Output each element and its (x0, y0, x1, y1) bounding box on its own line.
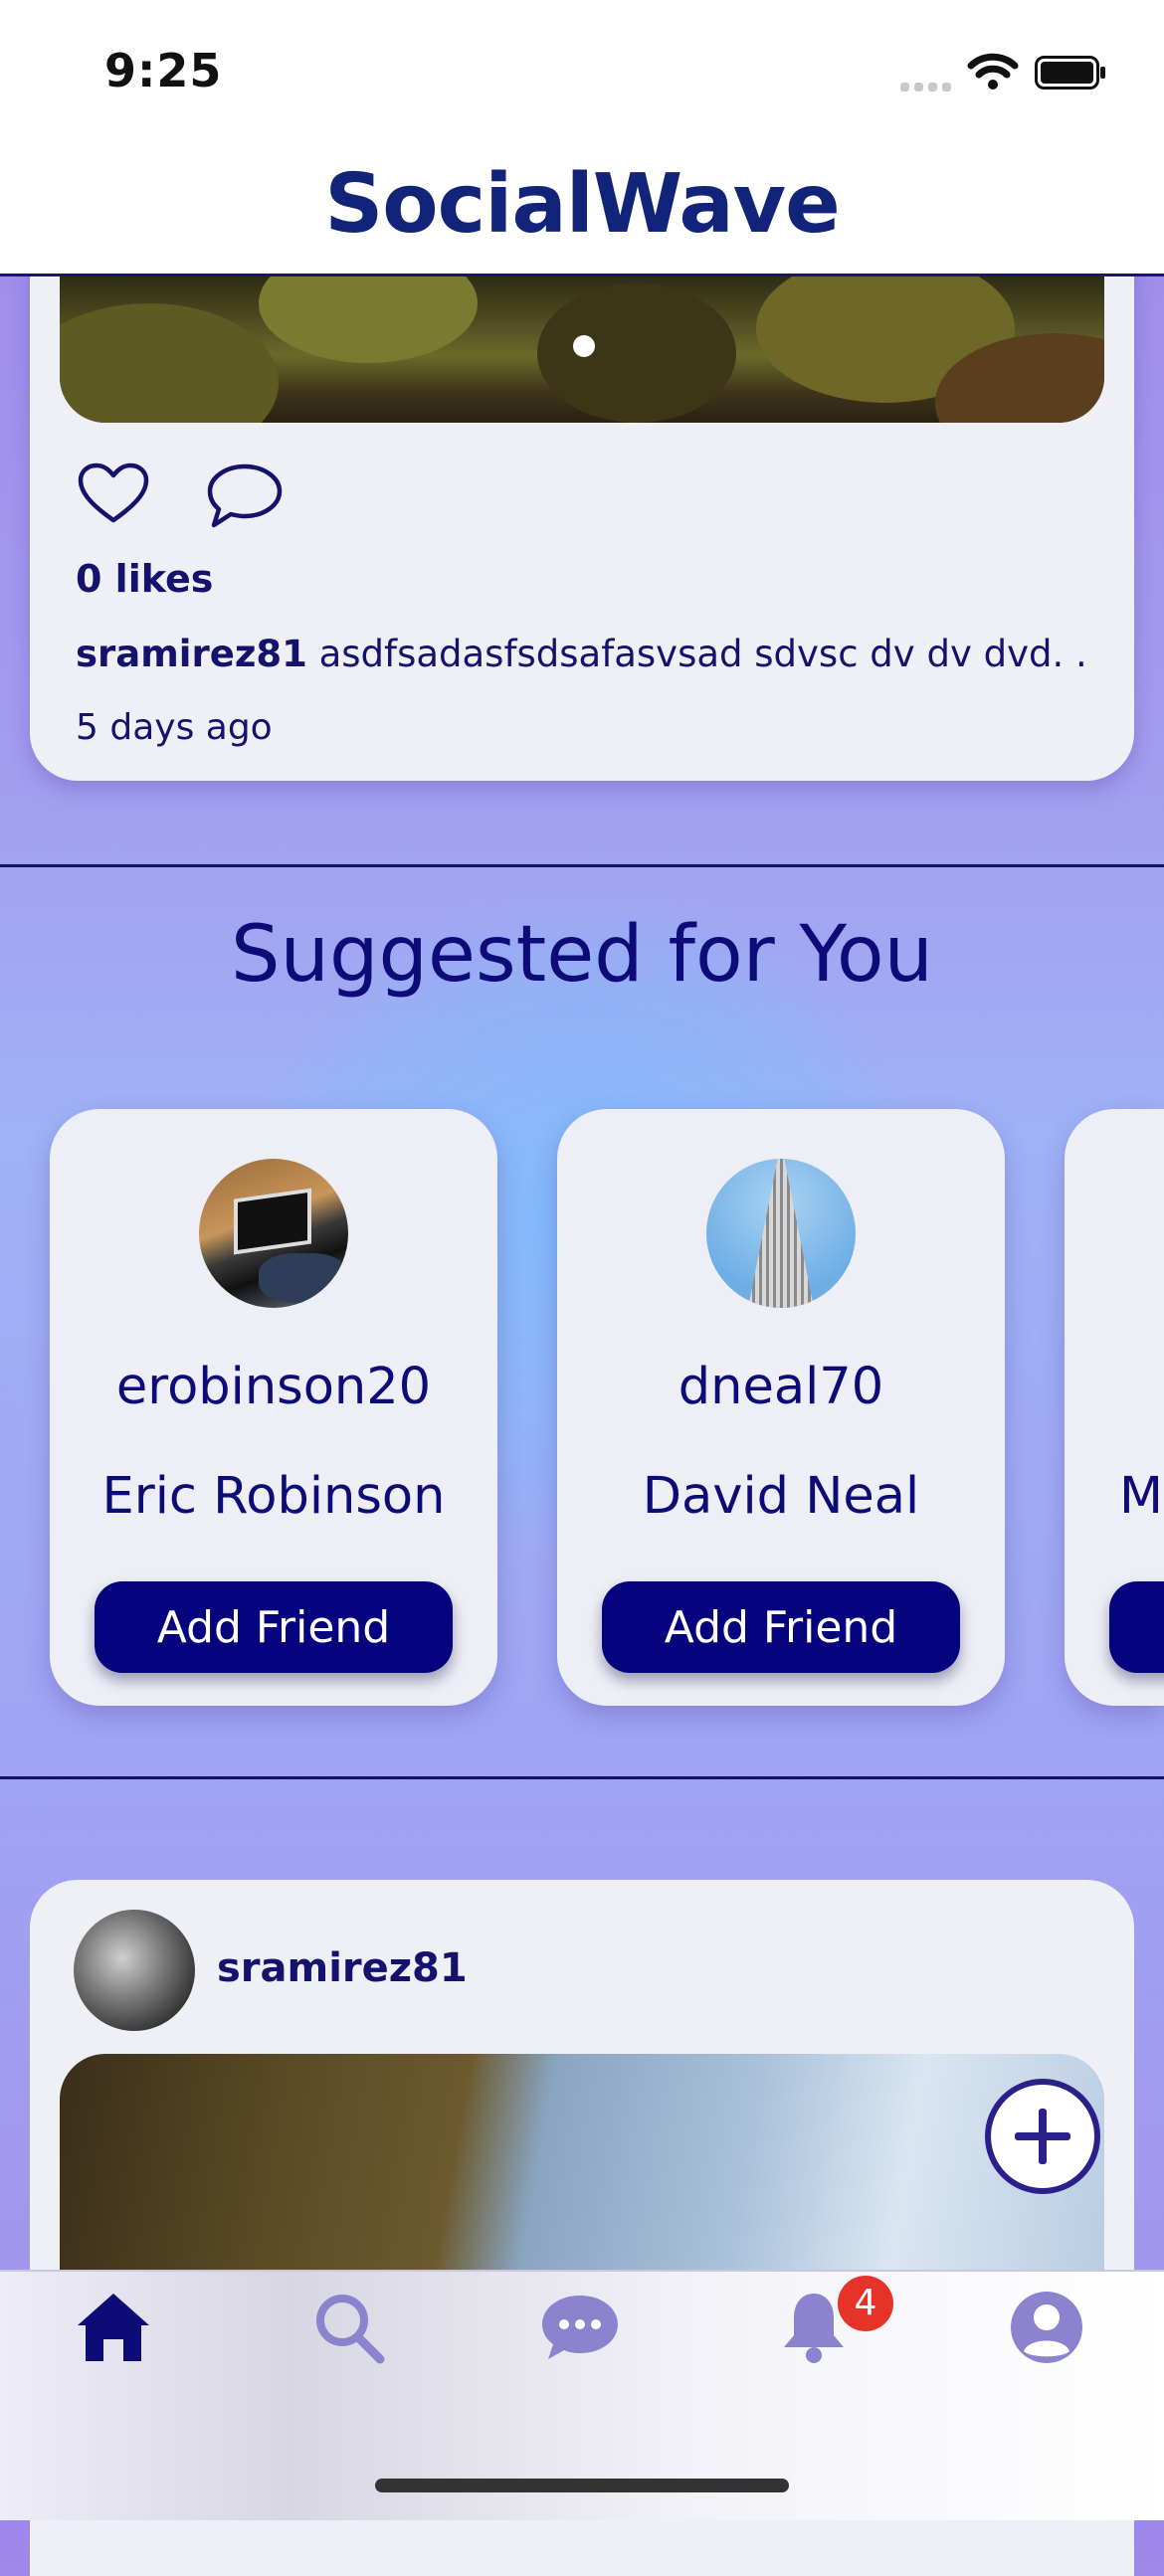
profile-icon[interactable] (1007, 2288, 1086, 2367)
create-post-button[interactable] (985, 2079, 1100, 2194)
avatar[interactable] (199, 1159, 348, 1308)
suggested-title: Suggested for You (231, 910, 933, 1000)
suggestion-card[interactable]: erobinson20 Eric Robinson Add Friend (50, 1109, 497, 1706)
add-friend-button[interactable]: Add Friend (95, 1581, 453, 1673)
suggestion-username: erobinson20 (115, 1358, 432, 1416)
suggestion-card[interactable]: M (1065, 1109, 1164, 1706)
add-friend-button[interactable] (1109, 1581, 1164, 1673)
post-image[interactable] (60, 2054, 1104, 2273)
search-icon[interactable] (308, 2288, 388, 2367)
add-friend-button[interactable]: Add Friend (602, 1581, 960, 1673)
section-divider (0, 864, 1164, 867)
avatar[interactable] (74, 1910, 195, 2031)
notification-badge: 4 (838, 2276, 893, 2331)
suggestion-username: dneal70 (678, 1358, 884, 1416)
home-indicator (375, 2479, 789, 2492)
home-icon[interactable] (74, 2288, 153, 2367)
carousel-dot[interactable] (573, 335, 595, 357)
suggestion-card[interactable]: dneal70 David Neal Add Friend (557, 1109, 1005, 1706)
post-caption: sramirez81 asdfsadasfsdsafasvsad sdvsc d… (76, 633, 1087, 675)
post-timestamp: 5 days ago (76, 707, 273, 748)
suggestion-full-name: Eric Robinson (101, 1467, 446, 1526)
comment-icon[interactable] (206, 462, 284, 530)
likes-count: 0 likes (76, 557, 214, 601)
caption-username[interactable]: sramirez81 (76, 633, 307, 675)
plus-icon (1015, 2109, 1070, 2164)
heart-icon[interactable] (78, 462, 149, 526)
post-username[interactable]: sramirez81 (217, 1945, 468, 1991)
chat-icon[interactable] (540, 2288, 620, 2367)
section-divider (0, 1776, 1164, 1779)
wifi-icon (967, 53, 1019, 90)
status-time: 9:25 (104, 44, 223, 97)
suggestion-full-name: David Neal (642, 1467, 920, 1526)
battery-icon (1035, 56, 1105, 90)
avatar[interactable] (706, 1159, 856, 1308)
suggestion-full-name: M (1119, 1467, 1164, 1526)
caption-text: asdfsadasfsdsafasvsad sdvsc dv dv dvd. . (318, 633, 1087, 675)
signal-icon (900, 83, 951, 92)
app-logo: SocialWave (324, 157, 840, 252)
